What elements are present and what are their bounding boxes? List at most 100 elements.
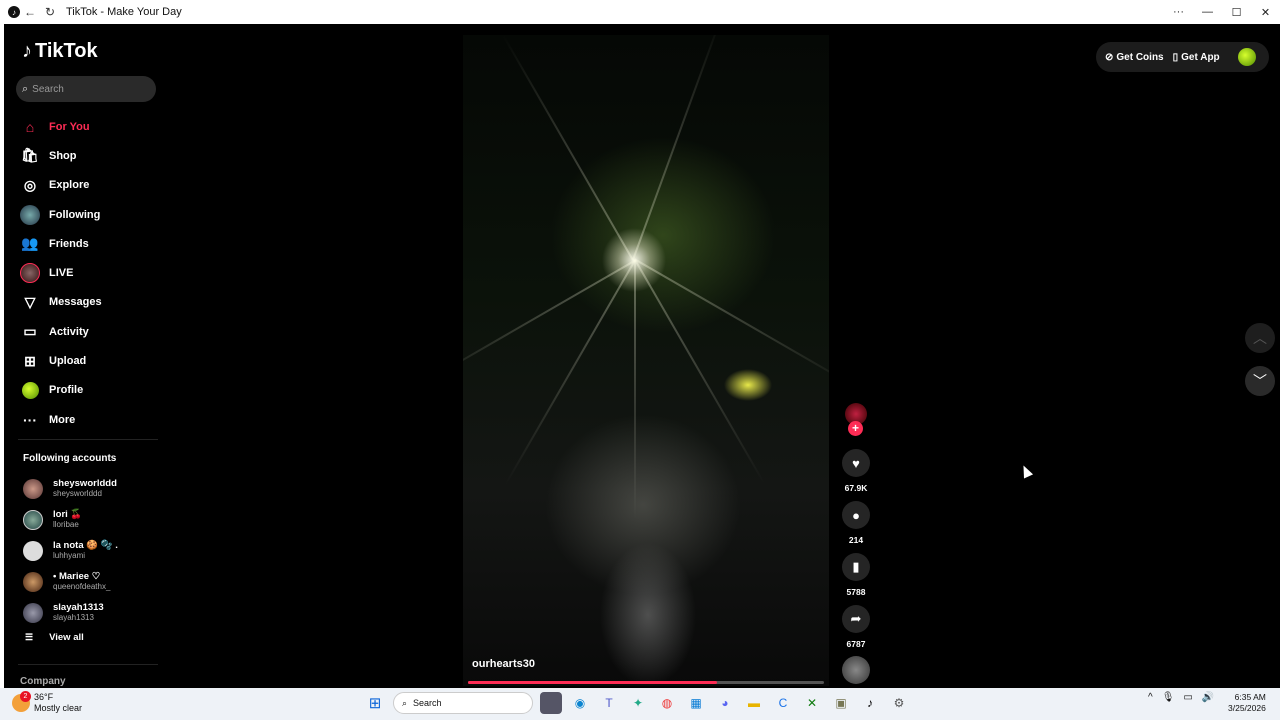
- search-icon: ⌕: [22, 82, 29, 95]
- close-button[interactable]: ✕: [1251, 0, 1280, 24]
- search-input[interactable]: ⌕ Search: [16, 76, 156, 102]
- maximize-button[interactable]: ☐: [1222, 0, 1251, 24]
- video-player[interactable]: [463, 35, 829, 686]
- temperature: 36°F: [34, 692, 54, 702]
- app-icon[interactable]: ▣: [830, 692, 852, 714]
- get-app-button[interactable]: ▯ Get App: [1173, 52, 1220, 63]
- clock-time: 6:35 AM: [1234, 692, 1266, 702]
- store-icon[interactable]: ▦: [685, 692, 707, 714]
- light-ray: [632, 35, 723, 260]
- following-account[interactable]: • Mariee ♡ queenofdeathx_: [23, 566, 163, 597]
- video-username[interactable]: ourhearts30: [472, 658, 535, 670]
- chrome-icon[interactable]: ◍: [656, 692, 678, 714]
- nav-more[interactable]: ··· More: [18, 405, 158, 434]
- account-avatar: [23, 509, 43, 530]
- heart-icon: ♥: [852, 455, 860, 471]
- phone-icon: ▯: [1172, 51, 1179, 63]
- nav-for-you[interactable]: ⌂ For You: [18, 112, 158, 141]
- menu-button[interactable]: ···: [1164, 0, 1193, 24]
- tiktok-app-icon: ♪: [8, 6, 20, 18]
- mouse-cursor-icon: [1018, 463, 1034, 479]
- bookmark-icon: ▮: [852, 559, 860, 574]
- comment-button[interactable]: ●: [842, 501, 870, 529]
- account-name: slayah1313: [53, 601, 104, 613]
- video-progress-bar[interactable]: [468, 681, 824, 684]
- nav-label: More: [49, 413, 76, 426]
- follow-plus-icon[interactable]: +: [848, 421, 863, 436]
- refresh-icon[interactable]: ↻: [40, 0, 60, 24]
- following-account[interactable]: slayah1313 slayah1313: [23, 597, 163, 628]
- weather-widget[interactable]: 2 36°F Mostly clear: [12, 691, 82, 714]
- share-count: 6787: [846, 639, 866, 649]
- nav-profile[interactable]: Profile: [18, 376, 158, 405]
- following-avatar-icon: [18, 204, 42, 225]
- music-disc-icon[interactable]: [842, 656, 870, 684]
- nav-explore[interactable]: ◎ Explore: [18, 171, 158, 200]
- friends-icon: 👥: [21, 235, 39, 252]
- windows-taskbar: 2 36°F Mostly clear ⊞ ⌕ Search ◉ T ✦ ◍ ▦…: [0, 688, 1280, 720]
- nav-messages[interactable]: ▽ Messages: [18, 288, 158, 317]
- teams-icon[interactable]: T: [598, 692, 620, 714]
- window-title: TikTok - Make Your Day: [66, 6, 182, 18]
- comment-icon: ●: [852, 507, 860, 523]
- account-name: • Mariee ♡: [53, 570, 101, 582]
- following-account[interactable]: sheysworlddd sheysworlddd: [23, 473, 163, 504]
- settings-icon[interactable]: ⚙: [888, 692, 910, 714]
- nav-label: LIVE: [49, 267, 74, 280]
- tiktok-logo[interactable]: ♪ TikTok: [22, 40, 98, 63]
- next-video-button[interactable]: ﹀: [1245, 366, 1275, 396]
- nav-shop[interactable]: 🛍 Shop: [18, 141, 158, 170]
- xbox-icon[interactable]: ✕: [801, 692, 823, 714]
- like-button[interactable]: ♥: [842, 449, 870, 477]
- chevron-up-icon[interactable]: ^: [1148, 692, 1153, 703]
- minimize-button[interactable]: —: [1193, 0, 1222, 24]
- windows-start-icon[interactable]: ⊞: [364, 692, 386, 714]
- taskbar-search[interactable]: ⌕ Search: [393, 692, 533, 714]
- save-button[interactable]: ▮: [842, 553, 870, 581]
- nav-label: Friends: [49, 237, 89, 250]
- nav-label: Activity: [49, 325, 89, 338]
- microphone-icon[interactable]: 🎙: [1162, 692, 1175, 703]
- taskbar-clock[interactable]: 6:35 AM 3/25/2026: [1228, 692, 1266, 714]
- share-button[interactable]: ➦: [842, 605, 870, 633]
- view-all-link[interactable]: ☰ View all: [25, 632, 84, 643]
- main-nav: ⌂ For You 🛍 Shop ◎ Explore Following 👥 F…: [18, 112, 158, 434]
- task-view-icon[interactable]: [540, 692, 562, 714]
- chevron-up-icon: ︿: [1253, 330, 1267, 346]
- nav-friends[interactable]: 👥 Friends: [18, 229, 158, 258]
- weather-badge: 2: [20, 691, 31, 702]
- search-placeholder: Search: [32, 83, 64, 95]
- edge-browser-icon[interactable]: ◉: [569, 692, 591, 714]
- nav-label: Following: [49, 208, 101, 221]
- nav-following[interactable]: Following: [18, 200, 158, 229]
- nav-live[interactable]: LIVE: [18, 258, 158, 287]
- comment-count: 214: [848, 535, 864, 545]
- system-tray: ^ 🎙 ▭ 🔊: [1148, 692, 1223, 703]
- app-c-icon[interactable]: C: [772, 692, 794, 714]
- discord-icon[interactable]: ◕: [714, 692, 736, 714]
- view-all-label: View all: [49, 632, 84, 643]
- file-explorer-icon[interactable]: ▬: [743, 692, 765, 714]
- activity-icon: ▭: [23, 323, 37, 340]
- display-icon[interactable]: ▭: [1183, 692, 1192, 703]
- shop-icon: 🛍: [21, 147, 39, 164]
- compass-icon: ◎: [23, 176, 37, 193]
- account-handle: luhhyami: [53, 550, 86, 560]
- copilot-icon[interactable]: ✦: [627, 692, 649, 714]
- company-link[interactable]: Company: [20, 676, 66, 687]
- back-icon[interactable]: ←: [20, 0, 40, 24]
- volume-icon[interactable]: 🔊: [1202, 692, 1214, 703]
- get-coins-button[interactable]: ⊘ Get Coins: [1105, 52, 1164, 63]
- following-account[interactable]: lori 🍒 lloribae: [23, 504, 163, 535]
- sidebar: ♪ TikTok ⌕ Search ⌂ For You 🛍 Shop ◎ Exp…: [6, 24, 166, 688]
- nav-label: For You: [49, 120, 90, 133]
- weather-icon: 2: [12, 691, 31, 712]
- previous-video-button[interactable]: ︿: [1245, 323, 1275, 353]
- nav-upload[interactable]: ⊞ Upload: [18, 346, 158, 375]
- nav-activity[interactable]: ▭ Activity: [18, 317, 158, 346]
- profile-avatar[interactable]: [1237, 48, 1256, 66]
- nav-label: Explore: [49, 179, 90, 192]
- coin-icon: ⊘: [1105, 51, 1114, 63]
- tiktok-taskbar-icon[interactable]: ♪: [859, 692, 881, 714]
- following-account[interactable]: la nota 🍪 🫧 . luhhyami: [23, 535, 163, 566]
